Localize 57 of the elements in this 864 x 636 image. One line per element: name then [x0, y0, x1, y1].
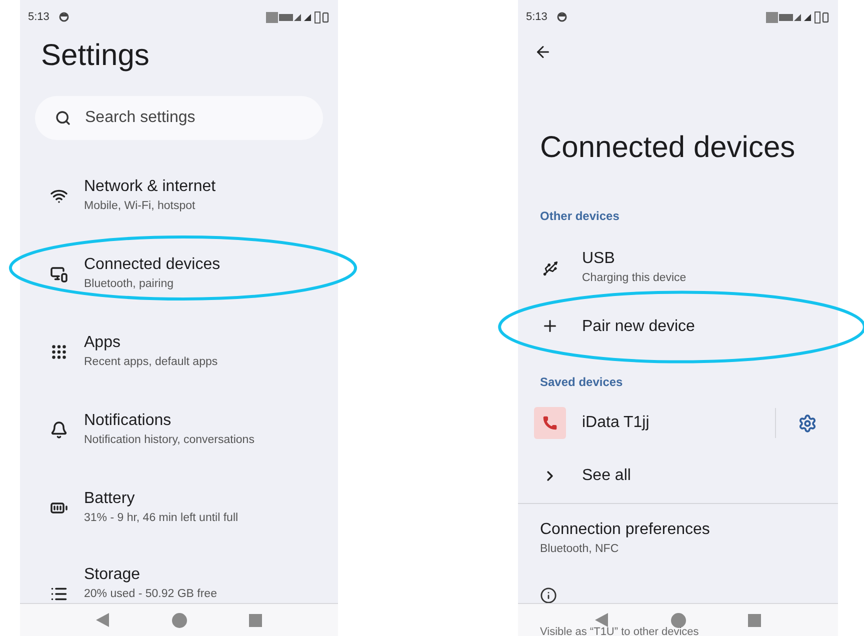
item-subtitle: Notification history, conversations [84, 433, 254, 448]
item-title: Pair new device [582, 317, 695, 337]
preferences-item[interactable]: Connection preferences Bluetooth, NFC [518, 504, 838, 574]
settings-item[interactable]: Storage 20% used - 50.92 GB free [20, 547, 338, 603]
status-icons-drawing [266, 10, 330, 24]
home-icon[interactable] [172, 612, 187, 628]
settings-item[interactable]: Connected devices Bluetooth, pairing [20, 235, 338, 313]
phone-icon [534, 407, 566, 439]
list-icon [50, 585, 68, 603]
search-icon [55, 110, 71, 126]
section-header: Other devices [539, 208, 620, 225]
recents-icon[interactable] [249, 614, 262, 626]
info-icon [540, 587, 557, 604]
pair-device-item[interactable]: Pair new device [518, 300, 838, 367]
settings-item[interactable]: Network & internet Mobile, Wi-Fi, hotspot [20, 157, 338, 235]
item-title: Notifications [84, 411, 172, 431]
item-subtitle: 31% - 9 hr, 46 min left until full [84, 511, 238, 526]
item-title: Storage [84, 565, 142, 585]
see-all-item[interactable]: See all [518, 449, 838, 503]
item-subtitle: Bluetooth, NFC [540, 542, 620, 557]
item-subtitle: Recent apps, default apps [84, 355, 218, 370]
home-icon[interactable] [671, 612, 686, 628]
gear-icon [798, 414, 816, 432]
settings-item[interactable]: Notifications Notification history, conversations [20, 391, 338, 469]
back-icon[interactable] [96, 613, 110, 627]
item-subtitle: Charging this device [582, 271, 686, 286]
search-field[interactable]: Search settings [35, 96, 323, 140]
page-title: Connected devices [539, 130, 796, 166]
grid-icon [50, 343, 68, 361]
item-title: Network & internet [84, 177, 216, 197]
page-title: Settings [40, 38, 150, 74]
bell-icon [50, 421, 68, 439]
section-header: Saved devices [539, 374, 624, 391]
item-title: Apps [84, 333, 122, 353]
status-icons-drawing [766, 10, 830, 24]
settings-item[interactable]: Battery 31% - 9 hr, 46 min left until full [20, 469, 338, 547]
status-time: 5:13 [28, 10, 50, 25]
recents-icon[interactable] [748, 614, 761, 626]
settings-item[interactable]: Apps Recent apps, default apps [20, 313, 338, 391]
item-title: Connected devices [84, 255, 220, 275]
back-icon[interactable] [595, 613, 609, 627]
plus-icon [541, 317, 559, 335]
footer-text: Visible as “T1U” to other devices [540, 626, 700, 636]
device-item[interactable]: USB Charging this device [518, 236, 838, 300]
item-title: USB [582, 249, 616, 269]
wifi-icon [50, 187, 68, 205]
item-title: Connection preferences [540, 520, 711, 540]
item-title: iData T1jj [582, 413, 650, 433]
status-time: 5:13 [526, 10, 548, 25]
saved-device-item[interactable]: iData T1jj [518, 397, 838, 449]
item-subtitle: Bluetooth, pairing [84, 277, 175, 292]
item-title: See all [582, 466, 631, 486]
item-subtitle: Mobile, Wi-Fi, hotspot [84, 199, 196, 214]
devices-icon [50, 265, 68, 283]
item-title: Battery [84, 489, 136, 509]
usb-icon [542, 260, 558, 276]
item-subtitle: 20% used - 50.92 GB free [84, 587, 217, 602]
